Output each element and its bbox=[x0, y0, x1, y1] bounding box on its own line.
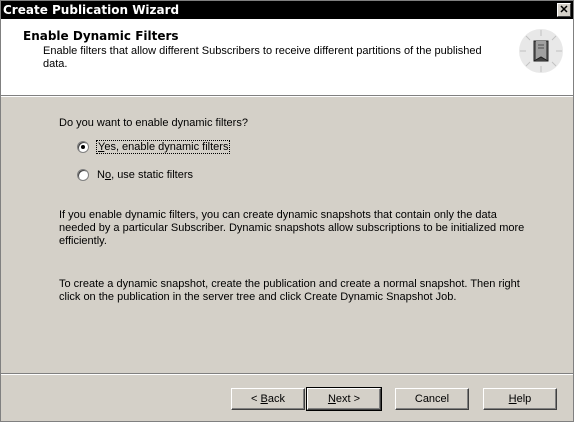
next-button[interactable]: Next > bbox=[306, 387, 382, 411]
close-button[interactable]: ✕ bbox=[557, 3, 571, 17]
wizard-book-icon bbox=[519, 29, 563, 73]
question-label: Do you want to enable dynamic filters? bbox=[59, 117, 248, 129]
radio-unselected-icon[interactable] bbox=[77, 169, 89, 181]
wizard-header: Enable Dynamic Filters Enable filters th… bbox=[1, 19, 573, 96]
page-title: Enable Dynamic Filters bbox=[23, 29, 179, 43]
footer-divider-highlight bbox=[1, 374, 573, 375]
enable-dynamic-filters-radio[interactable]: Yes, enable dynamic filters bbox=[77, 140, 231, 154]
enable-dynamic-filters-label: Yes, enable dynamic filters bbox=[95, 140, 231, 154]
radio-selected-icon[interactable] bbox=[77, 141, 89, 153]
wizard-content: Do you want to enable dynamic filters? Y… bbox=[1, 97, 573, 377]
title-bar[interactable]: Create Publication Wizard ✕ bbox=[1, 1, 573, 19]
cancel-button[interactable]: Cancel bbox=[395, 388, 469, 410]
static-filters-radio[interactable]: No, use static filters bbox=[77, 169, 193, 181]
dynamic-filters-info: If you enable dynamic filters, you can c… bbox=[59, 209, 525, 247]
close-icon: ✕ bbox=[559, 4, 569, 16]
help-button[interactable]: Help bbox=[483, 388, 557, 410]
wizard-window: Create Publication Wizard ✕ Enable Dynam… bbox=[0, 0, 574, 422]
dynamic-snapshot-info: To create a dynamic snapshot, create the… bbox=[59, 278, 520, 303]
page-description: Enable filters that allow different Subs… bbox=[43, 45, 482, 70]
window-title: Create Publication Wizard bbox=[3, 3, 180, 17]
back-button[interactable]: < Back bbox=[231, 388, 305, 410]
static-filters-label: No, use static filters bbox=[97, 169, 193, 181]
